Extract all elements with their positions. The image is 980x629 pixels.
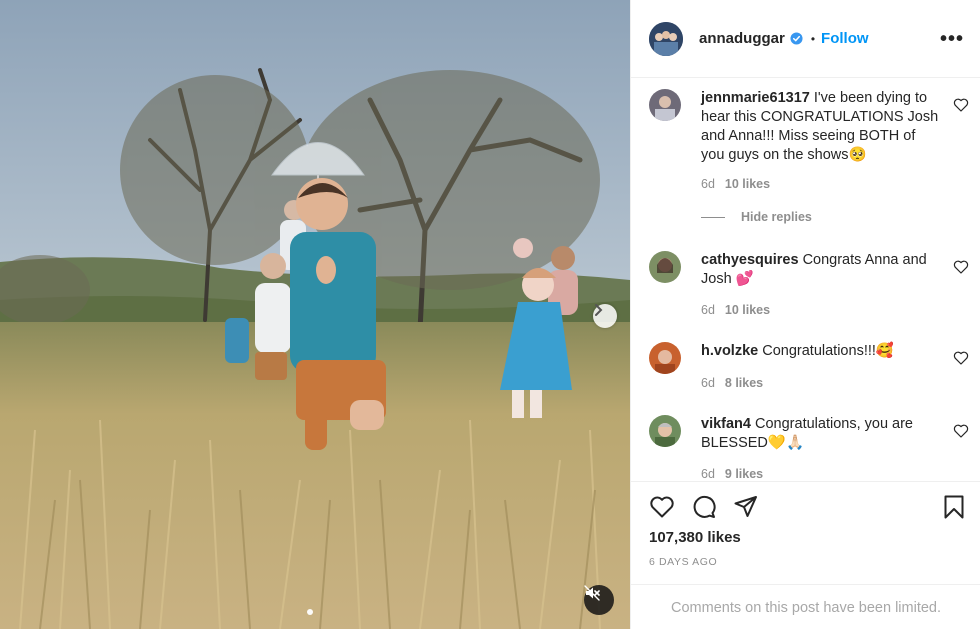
commenter-avatar-image (649, 342, 681, 374)
comment-text: Congratulations!!!🥰 (762, 343, 894, 359)
comments-limited-notice: Comments on this post have been limited. (631, 584, 980, 629)
bookmark-icon[interactable] (941, 494, 967, 520)
heart-icon[interactable] (649, 494, 675, 520)
hide-replies-button[interactable]: Hide replies (701, 210, 812, 224)
comment-age: 6d (701, 303, 715, 317)
comment-meta: 6d 10 likes (701, 303, 770, 317)
author-avatar-image (649, 21, 683, 56)
commenter-avatar[interactable] (649, 415, 681, 447)
mute-toggle-button[interactable] (584, 585, 614, 615)
commenter-avatar-image (649, 415, 681, 447)
comment-text-block: cathyesquires Congrats Anna and Josh 💕 (701, 251, 941, 289)
comment-likes[interactable]: 10 likes (725, 177, 770, 191)
more-options-icon[interactable]: ••• (940, 29, 964, 49)
hide-replies-divider (701, 216, 725, 218)
speaker-muted-icon (584, 585, 600, 601)
comment-username[interactable]: vikfan4 (701, 416, 751, 432)
author-avatar[interactable] (649, 21, 683, 56)
post-actions: 107,380 likes 6 DAYS AGO Comments on thi… (631, 481, 980, 629)
comment-age: 6d (701, 467, 715, 481)
heart-icon[interactable] (953, 97, 969, 113)
author-username[interactable]: annaduggar (699, 30, 785, 47)
chevron-right-icon (595, 304, 603, 316)
comment-username[interactable]: h.volzke (701, 343, 758, 359)
comment-text-block: jennmarie61317 I've been dying to hear t… (701, 89, 941, 165)
comment-meta: 6d 10 likes (701, 177, 770, 191)
likes-count[interactable]: 107,380 likes (649, 529, 741, 546)
follow-button[interactable]: Follow (821, 30, 869, 47)
header-separator: • (810, 31, 816, 46)
commenter-avatar-image (649, 89, 681, 121)
commenter-avatar[interactable] (649, 251, 681, 283)
comment-age: 6d (701, 376, 715, 390)
comment-meta: 6d 9 likes (701, 467, 763, 481)
comment-likes[interactable]: 10 likes (725, 303, 770, 317)
comment-meta: 6d 8 likes (701, 376, 763, 390)
comment-username[interactable]: jennmarie61317 (701, 90, 810, 106)
comment-icon[interactable] (691, 494, 717, 520)
post-side-panel: annaduggar • Follow ••• jennmarie61317 I… (630, 0, 980, 629)
next-media-button[interactable] (593, 304, 617, 328)
comment-username[interactable]: cathyesquires (701, 252, 799, 268)
carousel-indicator-dot (307, 609, 313, 615)
heart-icon[interactable] (953, 423, 969, 439)
post-header: annaduggar • Follow ••• (631, 0, 980, 78)
post-timestamp[interactable]: 6 DAYS AGO (649, 556, 717, 568)
comment-text-block: vikfan4 Congratulations, you are BLESSED… (701, 415, 941, 453)
comment-likes[interactable]: 9 likes (725, 467, 763, 481)
send-icon[interactable] (733, 494, 759, 520)
comment-age: 6d (701, 177, 715, 191)
comments-list[interactable]: jennmarie61317 I've been dying to hear t… (631, 79, 980, 481)
commenter-avatar[interactable] (649, 89, 681, 121)
post-media[interactable] (0, 0, 630, 629)
heart-icon[interactable] (953, 350, 969, 366)
heart-icon[interactable] (953, 259, 969, 275)
commenter-avatar-image (649, 251, 681, 283)
post-video-frame (0, 0, 630, 629)
comment-likes[interactable]: 8 likes (725, 376, 763, 390)
verified-badge-icon (790, 32, 803, 45)
comment-text-block: h.volzke Congratulations!!!🥰 (701, 342, 941, 361)
hide-replies-label: Hide replies (741, 210, 812, 224)
commenter-avatar[interactable] (649, 342, 681, 374)
